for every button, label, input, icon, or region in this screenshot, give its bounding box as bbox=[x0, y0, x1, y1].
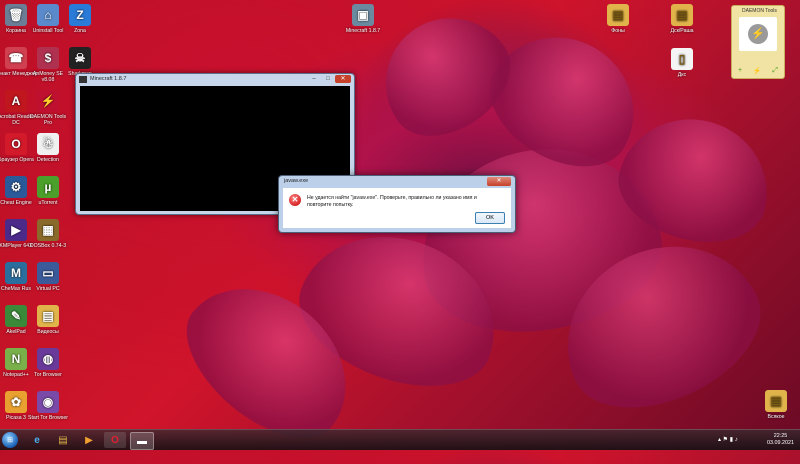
desktop-icon[interactable]: ⚡ DAEMON Tools Pro bbox=[26, 90, 70, 126]
desktop-icon[interactable]: Z Zona bbox=[58, 4, 102, 34]
dialog-body: ✕ Не удается найти "javaw.exe". Проверьт… bbox=[283, 188, 511, 228]
folder-icon: ▤ bbox=[671, 4, 693, 26]
dialog-message: Не удается найти "javaw.exe". Проверьте,… bbox=[307, 195, 477, 208]
detection-icon: ☃ bbox=[37, 133, 59, 155]
close-button[interactable]: ✕ bbox=[335, 75, 351, 83]
chemax-icon: M bbox=[5, 262, 27, 284]
window-title: Minecraft 1.8.7 bbox=[90, 76, 127, 82]
desktop-icon-label: Всякое bbox=[767, 414, 785, 420]
desktop-icon[interactable]: ◍ Tor Browser bbox=[26, 348, 70, 378]
explorer-icon[interactable]: ▤ bbox=[52, 432, 74, 448]
gadget-actions: + ⚡ ⤢ bbox=[738, 67, 778, 75]
desktop-icon-label: Zona bbox=[74, 28, 86, 34]
sharkman-icon: ☠ bbox=[69, 47, 91, 69]
desktop-icon[interactable]: ▤ Фоны bbox=[596, 4, 640, 34]
desktop-icon[interactable]: ▭ Virtual PC bbox=[26, 262, 70, 292]
taskbar: ⊞ e ▤ ▶ O ▬ ▴ ⚑ ▮ ♪ 22:25 03.09.2021 bbox=[0, 429, 800, 450]
virtual-pc-icon: ▭ bbox=[37, 262, 59, 284]
picasa-icon: ✿ bbox=[5, 391, 27, 413]
acrobat-icon: A bbox=[5, 90, 27, 112]
start-button[interactable]: ⊞ bbox=[2, 432, 18, 448]
error-dialog[interactable]: javaw.exe ✕ ✕ Не удается найти "javaw.ex… bbox=[278, 175, 516, 233]
document-icon: ▯ bbox=[671, 48, 693, 70]
opera-icon: O bbox=[5, 133, 27, 155]
tor-icon: ◍ bbox=[37, 348, 59, 370]
error-icon: ✕ bbox=[289, 194, 301, 206]
anmoney-icon: $ bbox=[37, 47, 59, 69]
desktop-icon-label: Detection bbox=[37, 157, 59, 163]
desktop-icon-label: Minecraft 1.8.7 bbox=[345, 28, 381, 34]
gadget-core: ⚡ bbox=[739, 17, 777, 51]
lightning-icon[interactable]: ⚡ bbox=[753, 67, 762, 75]
desktop-icon[interactable]: ▤ Видеосы bbox=[26, 305, 70, 335]
folder-icon: ▤ bbox=[37, 305, 59, 327]
system-tray: ▴ ⚑ ▮ ♪ 22:25 03.09.2021 bbox=[716, 432, 796, 448]
clock-time: 22:25 bbox=[773, 433, 788, 439]
console-taskbar-icon[interactable]: ▬ bbox=[130, 432, 154, 450]
dialog-title: javaw.exe bbox=[284, 178, 309, 184]
window-titlebar[interactable]: Minecraft 1.8.7 – □ ✕ bbox=[76, 74, 354, 86]
tray-icons[interactable]: ▴ ⚑ ▮ ♪ bbox=[718, 436, 738, 443]
desktop-icon-label: Virtual PC bbox=[36, 286, 60, 292]
dosbox-icon: ▦ bbox=[37, 219, 59, 241]
minimize-button[interactable]: – bbox=[308, 75, 320, 83]
add-icon[interactable]: + bbox=[738, 67, 742, 75]
wallpaper-petal bbox=[360, 0, 530, 158]
utorrent-icon: µ bbox=[37, 176, 59, 198]
opera-taskbar-icon[interactable]: O bbox=[104, 432, 126, 448]
kmplayer-icon: ▶ bbox=[5, 219, 27, 241]
desktop-icon-label: Tor Browser bbox=[34, 372, 62, 378]
uninstall-tool-icon: ⌂ bbox=[37, 4, 59, 26]
daemon-tools-icon: ⚡ bbox=[37, 90, 59, 112]
desktop-icon-label: DOSBox 0.74-3 bbox=[29, 243, 67, 249]
tor-start-icon: ◉ bbox=[37, 391, 59, 413]
clock[interactable]: 22:25 03.09.2021 bbox=[767, 433, 794, 447]
media-player-icon[interactable]: ▶ bbox=[78, 432, 100, 448]
akelpad-icon: ✎ bbox=[5, 305, 27, 327]
expand-icon[interactable]: ⤢ bbox=[772, 67, 778, 75]
desktop-icon[interactable]: ◉ Start Tor Browser bbox=[26, 391, 70, 421]
desktop-icon-label: Start Tor Browser bbox=[28, 415, 68, 421]
desktop-icon[interactable]: ▤ Дск/Раша bbox=[660, 4, 704, 34]
desktop-icon[interactable]: ▯ Дкс bbox=[660, 48, 704, 78]
desktop-icon[interactable]: ▦ DOSBox 0.74-3 bbox=[26, 219, 70, 249]
ok-button[interactable]: OK bbox=[475, 212, 505, 224]
dialog-close-button[interactable]: ✕ bbox=[487, 177, 511, 186]
desktop-icon[interactable]: ☃ Detection bbox=[26, 133, 70, 163]
desktop-icon[interactable]: ▣ Minecraft 1.8.7 bbox=[341, 4, 385, 34]
notepadpp-icon: N bbox=[5, 348, 27, 370]
daemon-tools-gadget[interactable]: DAEMON Tools ⚡ + ⚡ ⤢ bbox=[731, 5, 785, 79]
zona-icon: Z bbox=[69, 4, 91, 26]
desktop-icon-label: Видеосы bbox=[37, 329, 59, 335]
minecraft-icon: ▣ bbox=[352, 4, 374, 26]
desktop-icon-label: uTorrent bbox=[38, 200, 58, 206]
daemon-tools-icon[interactable]: ⚡ bbox=[748, 24, 768, 44]
desktop-icon-label: Дкс bbox=[677, 72, 687, 78]
clock-date: 03.09.2021 bbox=[767, 440, 794, 446]
desktop-icon[interactable]: µ uTorrent bbox=[26, 176, 70, 206]
desktop-icon-label: Фоны bbox=[611, 28, 625, 34]
desktop-icon-label: DAEMON Tools Pro bbox=[29, 114, 67, 126]
ie-icon[interactable]: e bbox=[26, 432, 48, 448]
gadget-title: DAEMON Tools bbox=[742, 8, 777, 14]
console-icon bbox=[79, 76, 87, 83]
desktop-icon-label: Дск/Раша bbox=[670, 28, 694, 34]
folder-icon: ▤ bbox=[765, 390, 787, 412]
contact-manager-icon: ☎ bbox=[5, 47, 27, 69]
maximize-button[interactable]: □ bbox=[322, 75, 334, 83]
cheat-engine-icon: ⚙ bbox=[5, 176, 27, 198]
desktop-icon[interactable]: ▤ Всякое bbox=[754, 390, 798, 420]
recycle-bin-icon: 🗑 bbox=[5, 4, 27, 26]
folder-icon: ▤ bbox=[607, 4, 629, 26]
